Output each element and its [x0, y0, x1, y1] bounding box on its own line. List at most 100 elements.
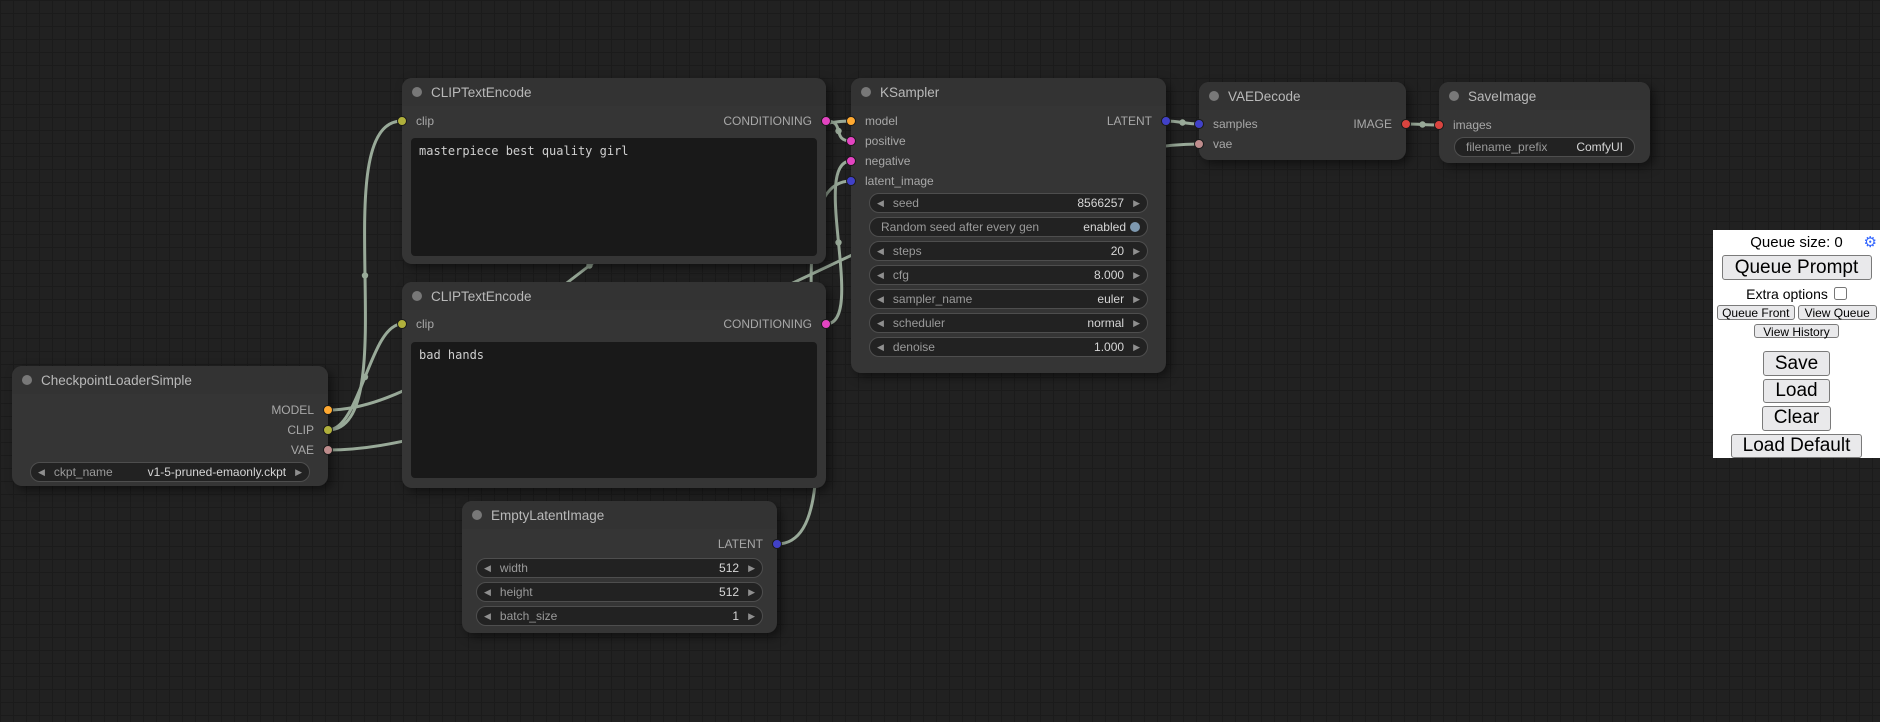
node-checkpoint-loader-simple[interactable]: CheckpointLoaderSimple MODEL CLIP VAE ◀ … — [12, 366, 328, 486]
node-save-image[interactable]: SaveImage images filename_prefix ComfyUI — [1439, 82, 1650, 163]
decrement-icon[interactable]: ◀ — [877, 193, 884, 213]
slot-label: IMAGE — [1353, 117, 1392, 131]
node-title-bar[interactable]: SaveImage — [1439, 82, 1650, 110]
negative-prompt-textarea[interactable]: bad hands — [411, 342, 817, 478]
toggle-on-indicator-icon[interactable] — [1130, 222, 1140, 232]
extra-options-checkbox[interactable] — [1834, 287, 1847, 300]
widget-ckpt-name[interactable]: ◀ ckpt_name v1-5-pruned-emaonly.ckpt ▶ — [30, 462, 310, 482]
node-title: KSampler — [880, 85, 939, 100]
increment-icon[interactable]: ▶ — [295, 462, 302, 482]
settings-gear-icon[interactable]: ⚙ — [1864, 233, 1877, 253]
decrement-icon[interactable]: ◀ — [877, 289, 884, 309]
node-clip-text-encode-positive[interactable]: CLIPTextEncode clip CONDITIONING masterp… — [402, 78, 826, 264]
output-slot-vae: VAE — [291, 440, 328, 460]
slot-label: CONDITIONING — [723, 317, 812, 331]
port-latent-image-input[interactable] — [846, 176, 856, 186]
queue-front-button[interactable]: Queue Front — [1717, 305, 1796, 320]
load-button[interactable]: Load — [1763, 379, 1829, 403]
link-midpoint-dot — [835, 239, 841, 245]
output-slot-model: MODEL — [271, 400, 328, 420]
increment-icon[interactable]: ▶ — [748, 606, 755, 626]
widget-batch-size[interactable]: ◀ batch_size 1 ▶ — [476, 606, 763, 626]
port-samples-input[interactable] — [1194, 119, 1204, 129]
increment-icon[interactable]: ▶ — [748, 558, 755, 578]
input-slot-positive: positive — [851, 131, 906, 151]
widget-sampler-name[interactable]: ◀ sampler_name euler ▶ — [869, 289, 1148, 309]
node-title-bar[interactable]: CheckpointLoaderSimple — [12, 366, 328, 394]
increment-icon[interactable]: ▶ — [1133, 313, 1140, 333]
decrement-icon[interactable]: ◀ — [484, 606, 491, 626]
view-history-button[interactable]: View History — [1754, 324, 1838, 338]
increment-icon[interactable]: ▶ — [1133, 193, 1140, 213]
widget-cfg[interactable]: ◀ cfg 8.000 ▶ — [869, 265, 1148, 285]
widget-value: 8.000 — [1094, 268, 1124, 282]
port-clip-input[interactable] — [397, 116, 407, 126]
positive-prompt-textarea[interactable]: masterpiece best quality girl — [411, 138, 817, 256]
widget-value: 512 — [719, 561, 739, 575]
widget-seed[interactable]: ◀ seed 8566257 ▶ — [869, 193, 1148, 213]
slot-label: images — [1453, 118, 1492, 132]
widget-value: 1.000 — [1094, 340, 1124, 354]
increment-icon[interactable]: ▶ — [1133, 241, 1140, 261]
node-title-bar[interactable]: CLIPTextEncode — [402, 78, 826, 106]
node-title-bar[interactable]: VAEDecode — [1199, 82, 1406, 110]
port-model-output[interactable] — [323, 405, 333, 415]
node-title-bar[interactable]: KSampler — [851, 78, 1166, 106]
port-conditioning-output[interactable] — [821, 319, 831, 329]
node-title-bar[interactable]: CLIPTextEncode — [402, 282, 826, 310]
increment-icon[interactable]: ▶ — [1133, 289, 1140, 309]
port-image-output[interactable] — [1401, 119, 1411, 129]
node-vae-decode[interactable]: VAEDecode samples vae IMAGE — [1199, 82, 1406, 160]
port-vae-output[interactable] — [323, 445, 333, 455]
port-images-input[interactable] — [1434, 120, 1444, 130]
clear-button[interactable]: Clear — [1762, 406, 1831, 430]
slot-label: samples — [1213, 117, 1258, 131]
node-status-dot-icon — [1209, 91, 1219, 101]
increment-icon[interactable]: ▶ — [748, 582, 755, 602]
port-latent-output[interactable] — [1161, 116, 1171, 126]
increment-icon[interactable]: ▶ — [1133, 265, 1140, 285]
port-latent-output[interactable] — [772, 539, 782, 549]
decrement-icon[interactable]: ◀ — [877, 313, 884, 333]
widget-label: ckpt_name — [54, 465, 113, 479]
widget-label: steps — [893, 244, 922, 258]
widget-denoise[interactable]: ◀ denoise 1.000 ▶ — [869, 337, 1148, 357]
link-midpoint-dot — [1419, 121, 1425, 127]
slot-label: LATENT — [718, 537, 763, 551]
queue-buttons-row: Queue Front View Queue — [1717, 305, 1877, 320]
widget-scheduler[interactable]: ◀ scheduler normal ▶ — [869, 313, 1148, 333]
decrement-icon[interactable]: ◀ — [484, 582, 491, 602]
node-ksampler[interactable]: KSampler model positive negative latent_… — [851, 78, 1166, 373]
graph-canvas[interactable]: { "colors": { "canvas_bg": "#212121", "n… — [0, 0, 1880, 722]
decrement-icon[interactable]: ◀ — [877, 337, 884, 357]
decrement-icon[interactable]: ◀ — [877, 265, 884, 285]
widget-height[interactable]: ◀ height 512 ▶ — [476, 582, 763, 602]
widget-steps[interactable]: ◀ steps 20 ▶ — [869, 241, 1148, 261]
widget-random-seed-toggle[interactable]: Random seed after every gen enabled — [869, 217, 1148, 237]
port-clip-input[interactable] — [397, 319, 407, 329]
port-clip-output[interactable] — [323, 425, 333, 435]
view-queue-button[interactable]: View Queue — [1798, 305, 1877, 320]
increment-icon[interactable]: ▶ — [1133, 337, 1140, 357]
port-negative-input[interactable] — [846, 156, 856, 166]
slot-label: positive — [865, 134, 906, 148]
save-button[interactable]: Save — [1763, 351, 1830, 375]
queue-prompt-button[interactable]: Queue Prompt — [1722, 255, 1872, 280]
node-title-bar[interactable]: EmptyLatentImage — [462, 501, 777, 529]
widget-width[interactable]: ◀ width 512 ▶ — [476, 558, 763, 578]
widget-filename-prefix[interactable]: filename_prefix ComfyUI — [1454, 137, 1635, 157]
decrement-icon[interactable]: ◀ — [877, 241, 884, 261]
node-empty-latent-image[interactable]: EmptyLatentImage LATENT ◀ width 512 ▶ ◀ … — [462, 501, 777, 633]
port-vae-input[interactable] — [1194, 139, 1204, 149]
node-title: VAEDecode — [1228, 89, 1301, 104]
slot-label: latent_image — [865, 174, 934, 188]
port-positive-input[interactable] — [846, 136, 856, 146]
decrement-icon[interactable]: ◀ — [38, 462, 45, 482]
slot-label: CONDITIONING — [723, 114, 812, 128]
port-conditioning-output[interactable] — [821, 116, 831, 126]
load-default-button[interactable]: Load Default — [1731, 434, 1863, 458]
decrement-icon[interactable]: ◀ — [484, 558, 491, 578]
port-model-input[interactable] — [846, 116, 856, 126]
input-slot-negative: negative — [851, 151, 910, 171]
node-clip-text-encode-negative[interactable]: CLIPTextEncode clip CONDITIONING bad han… — [402, 282, 826, 488]
